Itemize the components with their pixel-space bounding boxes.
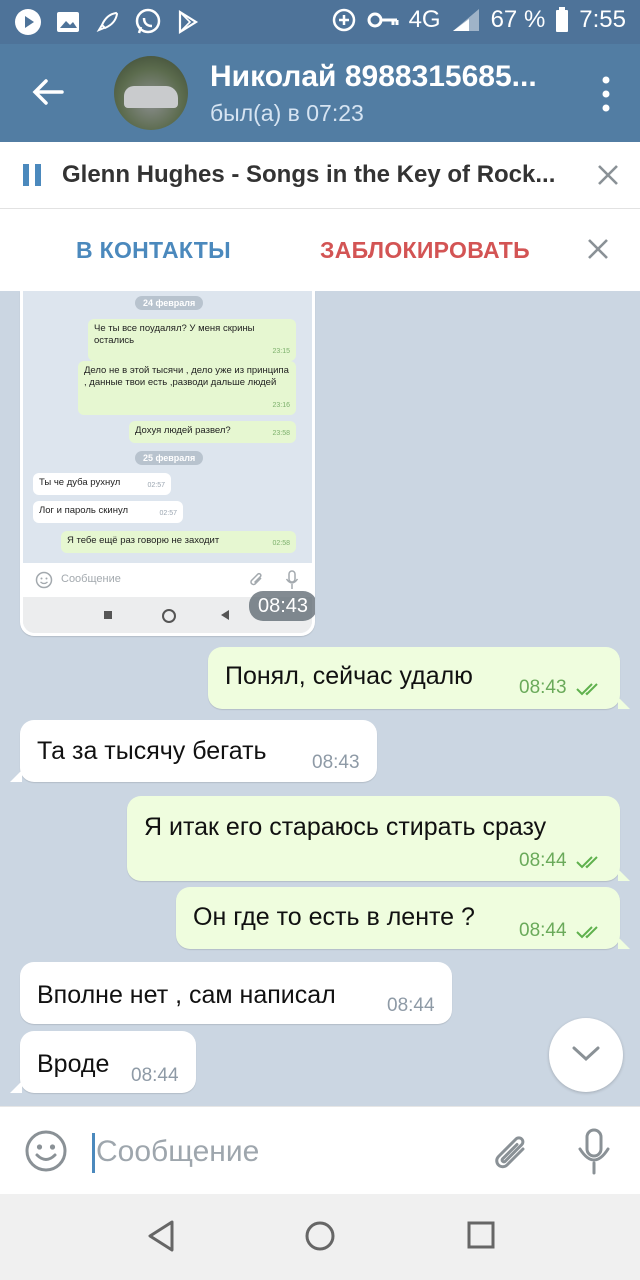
message-text: Вполне нет , сам написал (37, 981, 336, 1009)
message-text: Та за тысячу бегать (37, 737, 267, 765)
message-time: 08:43 (312, 752, 360, 773)
emoji-icon[interactable] (24, 1129, 68, 1173)
home-icon (162, 609, 176, 623)
outgoing-message[interactable]: Он где то есть в ленте ? 08:44 (176, 887, 630, 949)
outgoing-message[interactable]: Понял, сейчас удалю 08:43 (208, 647, 630, 709)
message-text: Я итак его стараюсь стирать сразу (144, 813, 547, 841)
image-message[interactable]: 24 февраля Че ты все поудалял? У меня ск… (20, 291, 315, 636)
message-text: Понял, сейчас удалю (225, 662, 473, 690)
close-icon[interactable] (586, 237, 610, 261)
message-composer: Сообщение (0, 1106, 640, 1195)
gallery-icon (57, 12, 79, 32)
image-message-bubble: Че ты все поудалял? У меня скрины остали… (88, 319, 296, 361)
image-message-bubble: Ты че дуба рухнул 02:57 (33, 473, 171, 495)
bubble-tail (618, 869, 630, 881)
bubble-tail (618, 697, 630, 709)
attach-icon (250, 572, 262, 586)
message-time: 08:44 (519, 850, 567, 871)
status-bar: 4G 67 % 7:55 (0, 0, 640, 44)
double-check-icon (576, 926, 598, 939)
back-arrow-icon[interactable] (28, 72, 68, 112)
play-icon (15, 9, 41, 35)
contact-name[interactable]: Николай 8988315685... (210, 60, 555, 94)
close-icon[interactable] (596, 163, 620, 187)
pause-icon[interactable] (22, 164, 44, 186)
recents-icon (104, 611, 112, 619)
network-type: 4G (408, 6, 441, 33)
signal-icon (452, 9, 479, 31)
chat-header: Николай 8988315685... был(а) в 07:23 (0, 44, 640, 142)
add-to-contacts-button[interactable]: В КОНТАКТЫ (76, 237, 231, 264)
vpn-key-icon (367, 12, 399, 28)
message-time: 08:43 (519, 677, 567, 698)
more-menu-icon[interactable] (602, 76, 610, 112)
image-message-bubble: Дело не в этой тысячи , дело уже из прин… (78, 361, 296, 415)
text-cursor (92, 1133, 95, 1173)
emoji-icon (35, 571, 53, 589)
incoming-message[interactable]: Вполне нет , сам написал 08:44 (20, 962, 452, 1024)
mic-icon[interactable] (574, 1127, 614, 1177)
incoming-message[interactable]: Вроде 08:44 (10, 1031, 196, 1093)
incoming-message[interactable]: Та за тысячу бегать 08:43 (10, 720, 377, 782)
message-list[interactable]: 24 февраля Че ты все поудалял? У меня ск… (0, 291, 640, 1106)
mic-icon (285, 570, 299, 589)
whatsapp-icon (135, 8, 161, 34)
bubble-tail (618, 937, 630, 949)
image-message-bubble: Дохуя людей развел? 23:58 (129, 421, 296, 443)
date-separator: 25 февраля (135, 451, 204, 465)
data-saver-icon (332, 8, 355, 32)
double-check-icon (576, 683, 598, 696)
message-input[interactable]: Сообщение (96, 1135, 259, 1169)
image-message-bubble: Лог и пароль скинул 02:57 (33, 501, 183, 523)
bubble-tail (10, 1081, 22, 1093)
back-icon[interactable] (144, 1218, 178, 1254)
attach-icon[interactable] (488, 1129, 534, 1175)
message-time: 08:44 (131, 1065, 179, 1086)
block-user-button[interactable]: ЗАБЛОКИРОВАТЬ (320, 237, 530, 264)
play-store-icon (178, 10, 199, 34)
image-message-bubble: Я тебе ещё раз говорю не заходит 02:58 (61, 531, 296, 553)
clock: 7:55 (579, 6, 626, 33)
avatar[interactable] (114, 56, 188, 130)
screenshot-image: 24 февраля Че ты все поудалял? У меня ск… (23, 291, 312, 633)
date-separator: 24 февраля (135, 296, 204, 310)
track-title[interactable]: Glenn Hughes - Songs in the Key of Rock.… (62, 161, 582, 189)
recents-icon[interactable] (466, 1220, 496, 1250)
battery-icon (556, 7, 569, 32)
music-player-bar[interactable]: Glenn Hughes - Songs in the Key of Rock.… (0, 142, 640, 209)
double-check-icon (576, 856, 598, 869)
bubble-tail (10, 770, 22, 782)
message-time: 08:44 (519, 920, 567, 941)
home-icon[interactable] (304, 1220, 336, 1252)
chevron-down-icon (572, 1046, 600, 1062)
image-timestamp: 08:43 (249, 591, 315, 621)
scroll-to-bottom-button[interactable] (549, 1018, 623, 1092)
back-icon (221, 610, 229, 620)
message-time: 08:44 (387, 995, 435, 1016)
rocket-icon (96, 11, 119, 33)
battery-level: 67 % (490, 6, 546, 33)
system-nav-bar (0, 1194, 640, 1280)
outgoing-message[interactable]: Я итак его стараюсь стирать сразу 08:44 (127, 796, 630, 881)
message-text: Вроде (37, 1050, 110, 1078)
unknown-contact-bar: В КОНТАКТЫ ЗАБЛОКИРОВАТЬ (0, 209, 640, 291)
last-seen-status: был(а) в 07:23 (210, 100, 364, 126)
message-text: Он где то есть в ленте ? (193, 903, 475, 931)
